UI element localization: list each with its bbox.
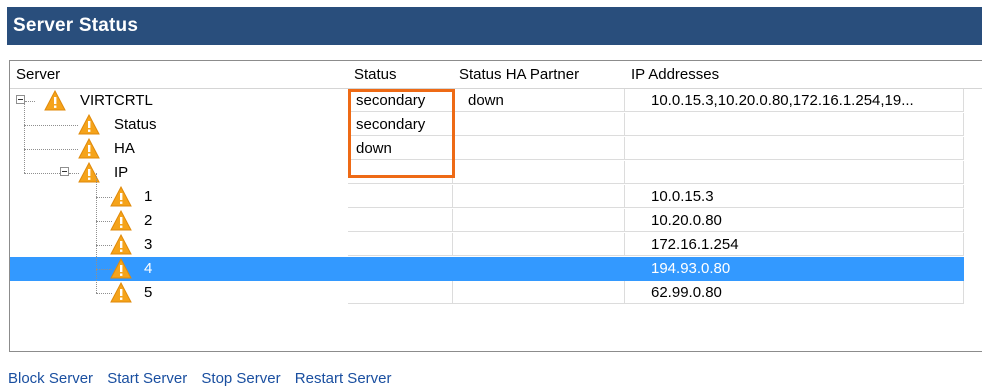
warning-icon	[44, 89, 66, 111]
ip-cell	[625, 113, 964, 136]
server-name: 3	[144, 236, 153, 253]
tree-line	[96, 269, 97, 293]
ha-partner-cell	[453, 113, 625, 136]
table-row[interactable]: 2 10.20.0.80	[10, 197, 964, 233]
server-name: 2	[144, 212, 153, 229]
table-row[interactable]: IP	[10, 149, 964, 185]
server-cell: Status	[10, 101, 348, 136]
title-bar: Server Status	[7, 7, 982, 45]
window-title: Server Status	[13, 15, 139, 36]
ha-partner-cell	[453, 137, 625, 160]
server-cell: IP	[10, 149, 348, 184]
tree-line	[96, 221, 97, 245]
server-cell: 4	[10, 245, 348, 280]
server-cell: 1	[10, 173, 348, 208]
column-header-filler	[964, 61, 982, 89]
tree-line	[25, 101, 35, 102]
server-name: 5	[144, 284, 153, 301]
action-links: Block Server Start Server Stop Server Re…	[8, 370, 402, 387]
column-header-server[interactable]: Server	[10, 61, 349, 89]
warning-icon	[110, 281, 132, 303]
tree-line	[24, 101, 25, 125]
server-name: 1	[144, 188, 153, 205]
server-cell: VIRTCRTL	[10, 89, 348, 112]
ha-partner-cell	[453, 161, 625, 184]
server-name: Status	[114, 116, 157, 133]
ha-partner-cell	[453, 257, 625, 280]
stop-server-link[interactable]: Stop Server	[201, 370, 280, 387]
server-cell: HA	[10, 125, 348, 160]
status-highlight-box	[348, 89, 455, 178]
column-header-status[interactable]: Status	[348, 61, 454, 89]
status-cell	[348, 209, 453, 232]
start-server-link[interactable]: Start Server	[107, 370, 187, 387]
warning-icon	[110, 233, 132, 255]
tree-line	[24, 125, 78, 126]
status-cell	[348, 185, 453, 208]
ha-partner-cell	[453, 281, 625, 304]
table-row[interactable]: HA down	[10, 125, 964, 161]
table-row[interactable]: VIRTCRTL secondary down 10.0.15.3,10.20.0.8…	[10, 89, 964, 113]
warning-icon	[110, 209, 132, 231]
ip-cell: 10.20.0.80	[625, 209, 964, 232]
ip-cell: 172.16.1.254	[625, 233, 964, 256]
server-name: 4	[144, 260, 153, 277]
table-row[interactable]: 4 194.93.0.80	[10, 245, 964, 281]
ip-cell: 62.99.0.80	[625, 281, 964, 304]
tree-line	[24, 125, 25, 149]
tree-line	[24, 173, 60, 174]
table-row[interactable]: Status secondary	[10, 101, 964, 137]
ip-cell: 10.0.15.3,10.20.0.80,172.16.1.254,19...	[625, 89, 964, 112]
ip-cell	[625, 161, 964, 184]
table-row[interactable]: 1 10.0.15.3	[10, 173, 964, 209]
server-cell: 3	[10, 221, 348, 256]
tree-line	[24, 149, 25, 173]
ip-cell: 10.0.15.3	[625, 185, 964, 208]
ip-cell: 194.93.0.80	[625, 257, 964, 280]
column-header-ha-partner[interactable]: Status HA Partner	[453, 61, 626, 89]
status-cell	[348, 233, 453, 256]
server-name: VIRTCRTL	[80, 92, 153, 109]
status-cell	[348, 281, 453, 304]
ha-partner-cell	[453, 209, 625, 232]
ha-partner-cell: down	[453, 89, 625, 112]
status-cell	[348, 257, 453, 280]
column-header-ip-addresses[interactable]: IP Addresses	[625, 61, 965, 89]
table-row[interactable]: 3 172.16.1.254	[10, 221, 964, 257]
warning-icon	[110, 257, 132, 279]
warning-icon	[78, 113, 100, 135]
server-name: HA	[114, 140, 135, 157]
server-name: IP	[114, 164, 129, 181]
tree-line	[96, 173, 97, 197]
ip-cell	[625, 137, 964, 160]
ha-partner-cell	[453, 185, 625, 208]
block-server-link[interactable]: Block Server	[8, 370, 93, 387]
warning-icon	[110, 185, 132, 207]
restart-server-link[interactable]: Restart Server	[295, 370, 392, 387]
tree-line	[24, 149, 78, 150]
tree-line	[96, 197, 97, 221]
server-cell: 5	[10, 269, 348, 304]
tree-line	[96, 245, 97, 269]
collapse-toggle-icon[interactable]	[60, 167, 69, 176]
warning-icon	[78, 137, 100, 159]
ha-partner-cell	[453, 233, 625, 256]
server-cell: 2	[10, 197, 348, 232]
table-row[interactable]: 5 62.99.0.80	[10, 269, 964, 305]
server-tree-table[interactable]: Server Status Status HA Partner IP Addre…	[9, 60, 982, 352]
